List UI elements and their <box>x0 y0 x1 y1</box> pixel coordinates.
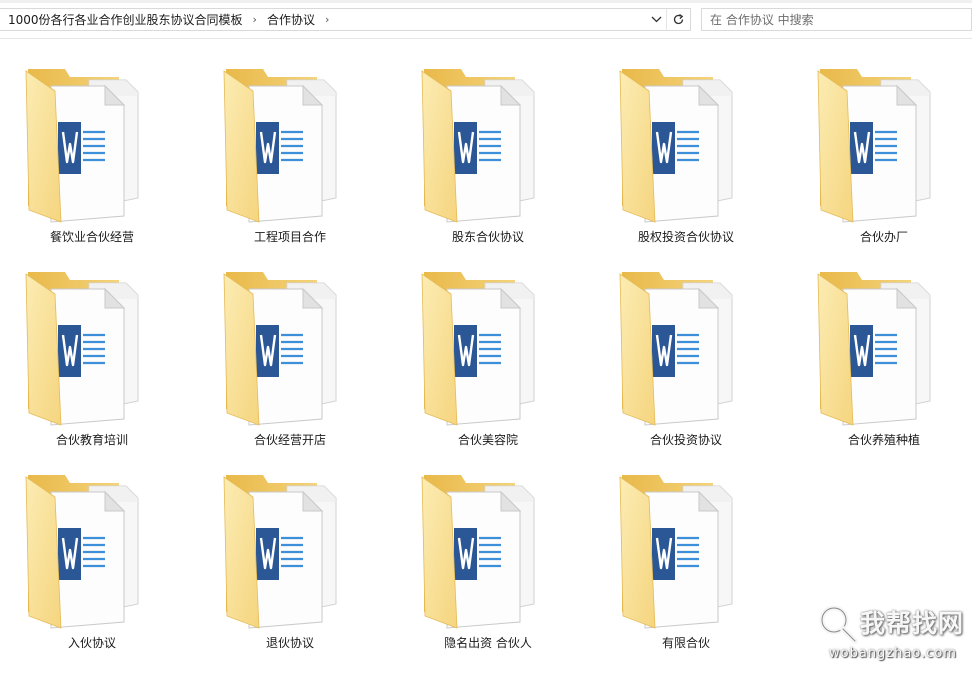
folder-item[interactable]: 合伙经营开店 <box>200 269 350 464</box>
folder-icon <box>421 472 551 632</box>
search-box[interactable] <box>701 8 972 31</box>
magnifier-logo-icon <box>819 605 858 644</box>
folder-label: 合伙教育培训 <box>55 433 128 447</box>
folder-label: 合伙投资协议 <box>649 433 722 447</box>
address-bar: 1000份各行各业合作创业股东协议合同模板 › 合作协议 › <box>0 0 972 39</box>
folder-item[interactable]: 工程项目合作 <box>200 66 350 261</box>
folder-label: 股权投资合伙协议 <box>637 230 734 244</box>
folder-label: 合伙经营开店 <box>253 433 326 447</box>
folder-icon <box>421 269 551 429</box>
folder-item[interactable]: 股东合伙协议 <box>398 66 548 261</box>
folder-item[interactable]: 入伙协议 <box>2 472 152 667</box>
folder-icon <box>817 66 947 226</box>
folder-item[interactable]: 退伙协议 <box>200 472 350 667</box>
folder-icon <box>619 472 749 632</box>
folder-icon <box>25 472 155 632</box>
folder-icon <box>223 472 353 632</box>
chevron-down-icon[interactable] <box>646 9 666 30</box>
folder-item[interactable]: 合伙教育培训 <box>2 269 152 464</box>
folder-icon <box>817 269 947 429</box>
ribbon-edge <box>0 0 972 3</box>
watermark: 我帮找网 wobangzhao.com <box>818 602 968 666</box>
folder-icon <box>619 269 749 429</box>
folder-label: 隐名出资 合伙人 <box>444 636 532 650</box>
breadcrumb-item-root[interactable]: 1000份各行各业合作创业股东协议合同模板 <box>0 11 245 28</box>
breadcrumb-separator-icon[interactable]: › <box>317 13 337 26</box>
breadcrumb-separator-icon[interactable]: › <box>245 13 265 26</box>
breadcrumb[interactable]: 1000份各行各业合作创业股东协议合同模板 › 合作协议 › <box>0 8 691 31</box>
folder-item[interactable]: 合伙养殖种植 <box>794 269 944 464</box>
folder-item[interactable]: 合伙办厂 <box>794 66 944 261</box>
folder-item[interactable]: 股权投资合伙协议 <box>596 66 746 261</box>
folder-item[interactable]: 有限合伙 <box>596 472 746 667</box>
folder-label: 合伙美容院 <box>457 433 518 447</box>
watermark-name: 我帮找网 <box>860 609 965 638</box>
folder-icon <box>25 269 155 429</box>
folder-label: 入伙协议 <box>67 636 116 650</box>
folder-item[interactable]: 隐名出资 合伙人 <box>398 472 548 667</box>
folder-label: 餐饮业合伙经营 <box>49 230 134 244</box>
watermark-url: wobangzhao.com <box>829 646 957 661</box>
folder-icon <box>421 66 551 226</box>
folder-item[interactable]: 餐饮业合伙经营 <box>2 66 152 261</box>
folder-icon <box>25 66 155 226</box>
breadcrumb-item-current[interactable]: 合作协议 <box>265 11 317 28</box>
folder-icon <box>223 66 353 226</box>
folder-label: 股东合伙协议 <box>451 230 524 244</box>
folder-label: 退伙协议 <box>265 636 314 650</box>
folder-item[interactable]: 合伙投资协议 <box>596 269 746 464</box>
folder-item[interactable]: 合伙美容院 <box>398 269 548 464</box>
folder-icon <box>619 66 749 226</box>
folder-label: 工程项目合作 <box>253 230 326 244</box>
refresh-icon[interactable] <box>666 9 690 30</box>
search-input[interactable] <box>710 10 960 29</box>
folder-label: 合伙办厂 <box>859 230 908 244</box>
folder-icon <box>223 269 353 429</box>
folder-label: 有限合伙 <box>661 636 710 650</box>
folder-label: 合伙养殖种植 <box>847 433 920 447</box>
